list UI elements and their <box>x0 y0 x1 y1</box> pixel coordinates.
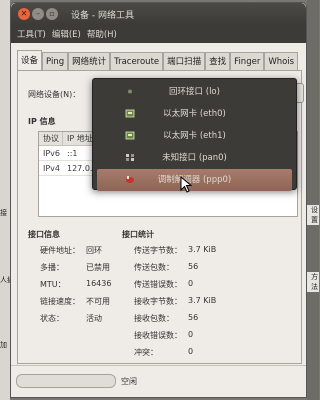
close-button[interactable]: ✕ <box>18 8 30 20</box>
stat-key: 传送错误数： <box>134 280 182 289</box>
interface-stats-heading: 接口统计 <box>122 230 154 239</box>
tab-netstat[interactable]: 网络统计 <box>68 52 111 71</box>
menu-help[interactable]: 帮助(H) <box>87 28 117 40</box>
dropdown-item-lo[interactable]: 回环接口 (lo) <box>97 81 292 103</box>
mouse-pointer-icon <box>180 176 193 193</box>
tab-whois[interactable]: Whois <box>264 52 299 71</box>
dropdown-item-eth1[interactable]: 以太网卡 (eth1) <box>97 125 292 147</box>
info-key: MTU： <box>40 280 66 289</box>
menubar: 工具(T) 编辑(E) 帮助(H) <box>11 25 306 43</box>
status-text: 空闲 <box>121 377 137 386</box>
cell-protocol: IPv6 <box>43 149 61 158</box>
menu-tools[interactable]: 工具(T) <box>17 28 46 40</box>
info-key: 多播： <box>40 263 64 272</box>
stat-key: 传送字节数： <box>134 246 182 255</box>
stat-key: 接收错误数： <box>134 331 182 340</box>
stat-key: 传送包数： <box>134 263 174 272</box>
bg-fragment: 接 <box>0 209 7 217</box>
info-key: 硬件地址： <box>40 246 80 255</box>
info-value: 已禁用 <box>86 263 110 272</box>
maximize-button[interactable]: ▫ <box>46 8 58 20</box>
device-label: 网络设备(N)： <box>28 90 81 99</box>
tab-traceroute[interactable]: Traceroute <box>110 52 164 71</box>
tab-finger[interactable]: Finger <box>230 52 265 71</box>
ip-info-heading: IP 信息 <box>28 117 56 126</box>
minimize-button[interactable]: – <box>32 8 44 20</box>
dropdown-item-label: 以太网卡 (eth0) <box>163 109 226 119</box>
stat-value: 3.7 KiB <box>188 245 217 254</box>
stat-value: 56 <box>188 262 199 271</box>
stat-key: 接收包数： <box>134 314 174 323</box>
network-tools-window: ✕ – ▫ 设备 - 网络工具 工具(T) 编辑(E) 帮助(H) 设备 Pin… <box>10 2 307 398</box>
bg-fragment: 人搞 <box>0 276 10 284</box>
stat-key: 接收字节数： <box>134 297 182 306</box>
dropdown-item-ppp0[interactable]: 调制解调器 (ppp0) <box>97 169 292 191</box>
stat-value: 0 <box>188 330 194 339</box>
background-window-left: 接 人搞 加 <box>0 0 10 400</box>
stat-key: 冲突： <box>134 348 158 357</box>
dropdown-item-label: 以太网卡 (eth1) <box>163 131 226 141</box>
bg-fragment: 方法 <box>307 272 319 292</box>
dropdown-item-pan0[interactable]: 未知接口 (pan0) <box>97 147 292 169</box>
progress-bar <box>16 374 116 388</box>
info-value: 活动 <box>86 314 102 323</box>
interface-info-heading: 接口信息 <box>28 230 60 239</box>
tab-bar: 设备 Ping 网络统计 Traceroute 端口扫描 查找 Finger W… <box>17 50 304 71</box>
stat-value: 0 <box>188 279 194 288</box>
tab-lookup[interactable]: 查找 <box>205 52 231 71</box>
cell-protocol: IPv4 <box>43 164 61 173</box>
info-key: 状态： <box>40 314 64 323</box>
device-dropdown-menu: 回环接口 (lo) 以太网卡 (eth0) 以太网卡 (eth1) 未知接口 (… <box>92 78 297 191</box>
menu-edit[interactable]: 编辑(E) <box>52 28 81 40</box>
stat-value: 0 <box>188 347 194 356</box>
tab-ping[interactable]: Ping <box>42 52 69 71</box>
stat-value: 56 <box>188 313 199 322</box>
info-key: 链接速度： <box>40 297 80 306</box>
dropdown-item-label: 回环接口 (lo) <box>169 87 220 97</box>
info-value: 16436 <box>86 279 112 288</box>
tab-devices[interactable]: 设备 <box>17 50 43 71</box>
titlebar: ✕ – ▫ 设备 - 网络工具 <box>11 3 306 25</box>
dropdown-item-eth0[interactable]: 以太网卡 (eth0) <box>97 103 292 125</box>
tab-port-scan[interactable]: 端口扫描 <box>163 52 206 71</box>
statusbar: 空闲 <box>11 365 306 397</box>
column-protocol[interactable]: 协议 <box>39 132 63 145</box>
info-value: 回环 <box>86 246 102 255</box>
bg-fragment: 设置 <box>307 205 319 225</box>
background-window-right: 设置 方法 <box>307 0 319 400</box>
info-value: 不可用 <box>86 297 110 306</box>
bg-fragment: 加 <box>0 341 7 349</box>
stat-value: 3.7 KiB <box>188 296 217 305</box>
dropdown-item-label: 调制解调器 (ppp0) <box>157 175 232 185</box>
window-title: 设备 - 网络工具 <box>71 11 134 21</box>
dropdown-item-label: 未知接口 (pan0) <box>162 153 227 163</box>
